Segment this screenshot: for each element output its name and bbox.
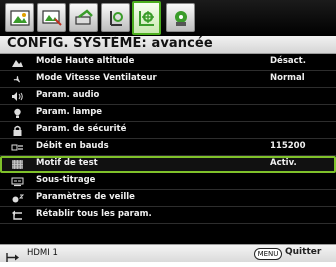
tab-system-basic[interactable] — [101, 3, 130, 32]
settings-basic-tab-icon — [74, 8, 93, 25]
menu-item-label: Paramètres de veille — [36, 192, 135, 202]
status-bar: HDMI 1 MENU Quitter — [0, 244, 336, 262]
menu-item-closed-caption[interactable]: Sous-titrage — [0, 173, 336, 190]
menu-item-label: Débit en bauds — [36, 141, 109, 151]
lamp-icon — [11, 108, 24, 119]
menu-item-lamp[interactable]: Param. lampe — [0, 105, 336, 122]
test-pattern-icon — [11, 159, 24, 170]
menu-item-label: Rétablir tous les param. — [36, 209, 152, 219]
menu-item-baud-rate[interactable]: Débit en bauds 115200 — [0, 139, 336, 156]
altitude-icon — [11, 57, 24, 68]
menu-item-value: Activ. — [270, 158, 297, 168]
menu-item-label: Param. de sécurité — [36, 124, 127, 134]
menu-item-fan-speed[interactable]: Mode Vitesse Ventilateur Normal — [0, 71, 336, 88]
tab-strip — [0, 0, 336, 36]
projector-osd: CONFIG. SYSTÈME: avancée Mode Haute alti… — [0, 0, 336, 262]
menu-list: Mode Haute altitude Désact. Mode Vitesse… — [0, 54, 336, 244]
menu-item-label: Mode Vitesse Ventilateur — [36, 73, 157, 83]
tab-system-advanced[interactable] — [132, 1, 161, 35]
fan-icon — [11, 74, 24, 85]
menu-item-label: Param. audio — [36, 90, 100, 100]
menu-item-value: Normal — [270, 73, 305, 83]
baud-rate-icon — [11, 142, 24, 153]
tab-image[interactable] — [5, 3, 34, 32]
input-source-icon — [6, 248, 20, 262]
menu-item-label: Param. lampe — [36, 107, 103, 117]
quit-label[interactable]: Quitter — [285, 247, 321, 257]
menu-item-test-pattern[interactable]: Motif de test Activ. — [0, 156, 336, 173]
lock-icon — [11, 125, 24, 136]
reset-icon — [11, 210, 24, 221]
page-title: CONFIG. SYSTÈME: avancée — [7, 36, 213, 51]
menu-item-high-altitude[interactable]: Mode Haute altitude Désact. — [0, 54, 336, 71]
menu-item-reset-all[interactable]: Rétablir tous les param. — [0, 207, 336, 224]
menu-item-standby[interactable]: Paramètres de veille — [0, 190, 336, 207]
information-tab-icon — [174, 10, 187, 26]
audio-icon — [11, 91, 24, 102]
menu-item-value: 115200 — [270, 141, 306, 151]
menu-item-label: Sous-titrage — [36, 175, 96, 185]
menu-item-audio[interactable]: Param. audio — [0, 88, 336, 105]
closed-caption-icon — [11, 176, 24, 187]
menu-header: CONFIG. SYSTÈME: avancée — [0, 36, 336, 54]
menu-item-security[interactable]: Param. de sécurité — [0, 122, 336, 139]
system-advanced-tab-icon — [138, 11, 154, 26]
menu-item-label: Mode Haute altitude — [36, 56, 135, 66]
display-tab-icon — [41, 9, 62, 26]
standby-icon — [11, 193, 24, 204]
image-tab-icon — [9, 9, 30, 26]
menu-item-value: Désact. — [270, 56, 306, 66]
system-basic-tab-icon — [109, 10, 123, 26]
menu-key-badge[interactable]: MENU — [254, 248, 282, 260]
menu-empty-row — [0, 224, 336, 241]
tab-information[interactable] — [166, 3, 195, 32]
input-source-label: HDMI 1 — [27, 248, 58, 258]
tab-settings-basic[interactable] — [69, 3, 98, 32]
menu-item-label: Motif de test — [36, 158, 98, 168]
tab-display[interactable] — [37, 3, 66, 32]
